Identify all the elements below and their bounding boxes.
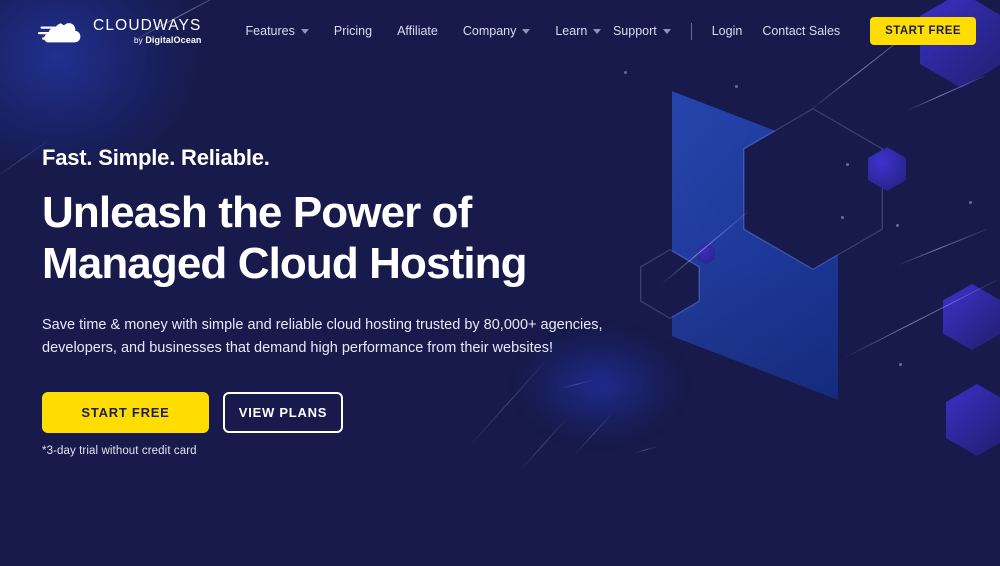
nav-item-label: Contact Sales (762, 24, 841, 38)
hero-view-plans-button[interactable]: VIEW PLANS (223, 392, 343, 434)
hero-headline-line-2: Managed Cloud Hosting (42, 239, 528, 289)
landing-page: CLOUDWAYS by DigitalOcean Features Prici… (0, 0, 1000, 566)
cloud-speed-icon (38, 23, 81, 43)
nav-item-label: Login (711, 24, 743, 38)
logo-parent-brand: by DigitalOcean (93, 34, 202, 45)
nav-item-features[interactable]: Features (246, 24, 309, 38)
nav-item-learn[interactable]: Learn (555, 24, 602, 38)
hero-cta-row: START FREE VIEW PLANS (42, 392, 660, 434)
hero-headline: Unleash the Power of Managed Cloud Hosti… (42, 187, 660, 290)
logo-by-label: by (134, 35, 143, 45)
nav-item-label: Company (462, 24, 517, 38)
nav-item-pricing[interactable]: Pricing (334, 24, 372, 38)
logo-title: CLOUDWAYS (93, 17, 202, 35)
nav-item-login[interactable]: Login (712, 24, 743, 38)
hero-headline-line-1: Unleash the Power of (42, 188, 472, 237)
nav-item-affiliate[interactable]: Affiliate (397, 24, 438, 38)
hero-section: Fast. Simple. Reliable. Unleash the Powe… (0, 62, 660, 457)
nav-item-label: Features (245, 24, 295, 38)
nav-item-label: Affiliate (397, 24, 438, 38)
nav-item-contact-sales[interactable]: Contact Sales (762, 24, 840, 38)
nav-item-support[interactable]: Support (613, 24, 671, 38)
nav-item-label: Support (612, 24, 657, 38)
utility-navigation: Support Login Contact Sales START FREE (613, 17, 976, 45)
hero-subheading: Save time & money with simple and reliab… (42, 316, 603, 356)
hero-start-free-button[interactable]: START FREE (42, 392, 209, 434)
hero-trial-note: *3-day trial without credit card (42, 445, 197, 458)
logo-digitalocean-label: DigitalOcean (145, 34, 202, 45)
nav-item-label: Pricing (333, 24, 373, 38)
main-navigation: Features Pricing Affiliate Company Learn (246, 24, 602, 38)
nav-divider (690, 22, 692, 40)
cloudways-logo[interactable]: CLOUDWAYS by DigitalOcean (38, 16, 202, 46)
chevron-down-icon (300, 28, 309, 34)
chevron-down-icon (662, 28, 671, 34)
chevron-down-icon (522, 28, 531, 34)
hero-eyebrow: Fast. Simple. Reliable. (42, 145, 270, 170)
chevron-down-icon (593, 28, 602, 34)
site-header: CLOUDWAYS by DigitalOcean Features Prici… (0, 0, 1000, 62)
logo-wordmark: CLOUDWAYS by DigitalOcean (93, 17, 202, 45)
nav-item-label: Learn (555, 24, 588, 38)
nav-item-company[interactable]: Company (463, 24, 531, 38)
header-start-free-button[interactable]: START FREE (870, 17, 976, 45)
